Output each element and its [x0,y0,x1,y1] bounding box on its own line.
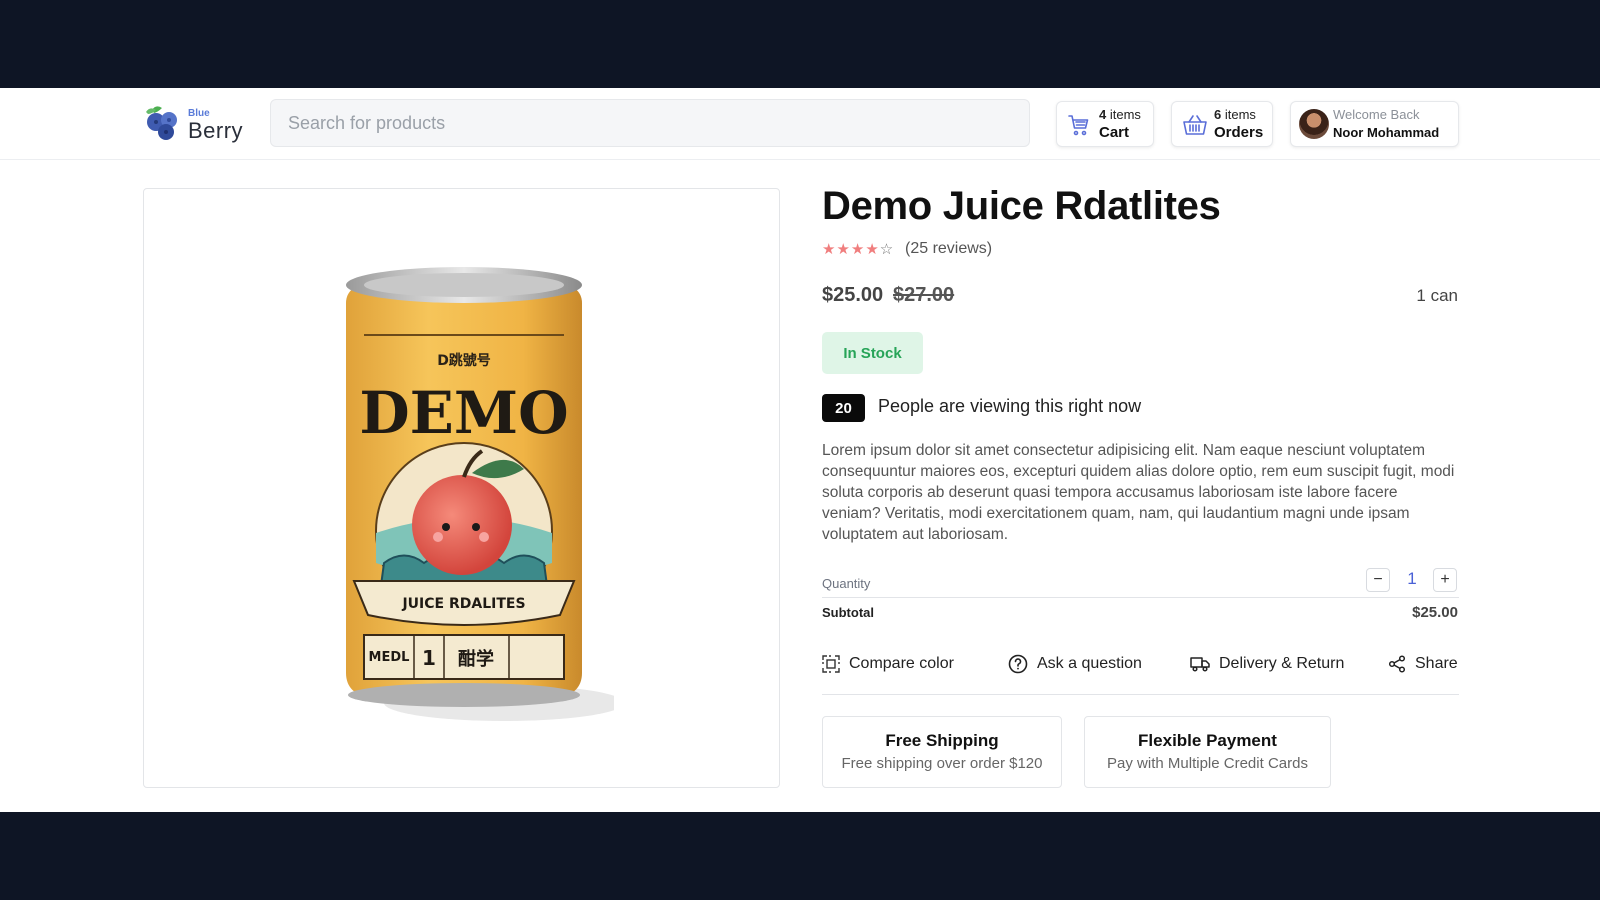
search-input[interactable] [271,100,1029,146]
share-label: Share [1415,655,1458,672]
can-banner: JUICE RDALITES [401,596,525,612]
delivery-return-button[interactable]: Delivery & Return [1190,652,1344,676]
free-shipping-title: Free Shipping [885,731,999,750]
stock-badge: In Stock [822,332,923,374]
reviews-link[interactable]: (25 reviews) [905,240,992,258]
page: Blue Berry 4 items Cart [0,88,1600,812]
subtotal-label: Subtotal [822,605,874,620]
user-menu[interactable]: Welcome Back Noor Mohammad [1290,101,1459,147]
product-image-card[interactable]: D跳號号 DEMO JUICE RDALITES MEDL 1 酣学 [143,188,780,788]
orders-count: 6 items [1214,107,1256,122]
can-label-top: D跳號号 [437,352,491,369]
can-bottom-left: MEDL [369,650,410,665]
flexible-payment-card: Flexible Payment Pay with Multiple Credi… [1084,716,1331,788]
welcome-text: Welcome Back [1333,107,1420,122]
rating-stars: ★★★★☆ [822,240,894,258]
cart-button[interactable]: 4 items Cart [1056,101,1154,147]
truck-icon [1190,655,1210,673]
avatar [1299,109,1329,139]
product-image: D跳號号 DEMO JUICE RDALITES MEDL 1 酣学 [334,263,624,728]
header: Blue Berry 4 items Cart [0,88,1600,160]
ask-label: Ask a question [1037,655,1142,672]
flexible-payment-subtitle: Pay with Multiple Credit Cards [1107,755,1308,772]
ask-question-button[interactable]: Ask a question [1008,652,1142,676]
flexible-payment-title: Flexible Payment [1138,731,1277,750]
subtotal-value: $25.00 [1412,604,1458,621]
can-brand: DEMO [359,379,568,447]
price: $25.00 [822,284,884,306]
cart-icon [1067,113,1091,142]
divider [822,694,1459,695]
basket-icon [1182,113,1208,142]
share-button[interactable]: Share [1388,652,1458,676]
free-shipping-card: Free Shipping Free shipping over order $… [822,716,1062,788]
quantity-value[interactable]: 1 [1400,569,1424,589]
product-description: Lorem ipsum dolor sit amet consectetur a… [822,442,1455,543]
orders-label: Orders [1214,124,1264,141]
old-price: $27.00 [893,284,955,306]
logo-text: Berry [188,118,244,143]
can-bottom-right: 酣学 [458,648,494,670]
star-icon: ★★★★ [822,241,880,258]
viewers-count-badge: 20 [822,394,865,422]
unit-label: 1 can [1416,286,1458,305]
divider [822,597,1459,598]
orders-button[interactable]: 6 items Orders [1171,101,1273,147]
delivery-label: Delivery & Return [1219,655,1345,672]
compare-color-button[interactable]: Compare color [822,652,954,676]
star-empty-icon: ☆ [879,241,895,258]
question-icon [1008,654,1028,674]
compare-icon [822,655,840,673]
search-box [270,99,1030,147]
product-title: Demo Juice Rdatlites [822,184,1221,228]
share-icon [1388,655,1406,673]
viewers-text: People are viewing this right now [878,396,1142,416]
free-shipping-subtitle: Free shipping over order $120 [841,755,1043,772]
cart-count: 4 items [1099,107,1141,122]
logo[interactable]: Blue Berry [142,104,248,144]
quantity-increase-button[interactable]: + [1433,568,1457,592]
quantity-label: Quantity [822,576,871,591]
user-name: Noor Mohammad [1333,125,1440,140]
quantity-decrease-button[interactable]: − [1366,568,1390,592]
can-bottom-mid: 1 [422,646,436,670]
blueberry-logo-icon [146,106,177,140]
cart-label: Cart [1099,124,1130,141]
compare-label: Compare color [849,655,954,672]
